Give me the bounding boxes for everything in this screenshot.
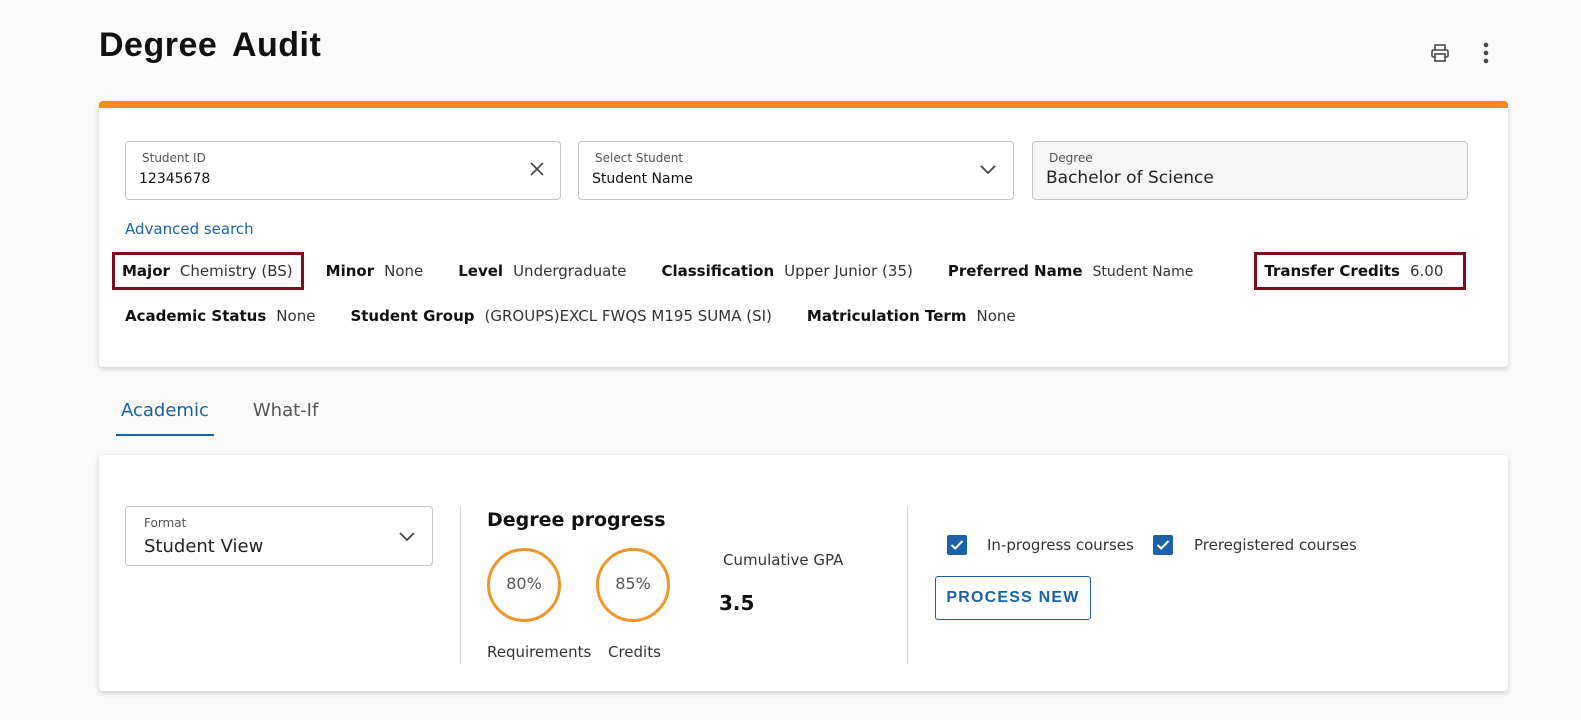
more-vertical-icon[interactable] [1475,40,1497,66]
divider [460,506,461,664]
cumulative-gpa-label: Cumulative GPA [723,551,844,569]
checkmark-icon [1156,540,1170,550]
format-dropdown[interactable]: Format Student View [125,506,433,566]
student-group-label: Student Group [350,307,475,325]
requirements-label: Requirements [487,643,592,661]
transfer-credits-label: Transfer Credits [1264,262,1400,280]
process-new-button[interactable]: PROCESS NEW [935,576,1091,620]
info-row-1: Major Chemistry (BS) Minor None Level Un… [112,252,1467,290]
student-group-item: Student Group (GROUPS)EXCL FWQS M195 SUM… [350,307,771,325]
level-label: Level [458,262,504,280]
degree-field: Degree Bachelor of Science [1032,141,1468,200]
degree-label: Degree [1049,151,1093,165]
page-title: Degree Audit [99,26,322,64]
student-id-field[interactable]: Student ID 12345678 [125,141,561,200]
printer-icon[interactable] [1429,40,1451,66]
minor-item: Minor None [326,262,424,280]
divider [907,506,908,664]
tab-what-if[interactable]: What-If [248,396,323,436]
credits-percent: 85% [615,574,651,593]
format-label: Format [144,516,187,530]
format-value: Student View [144,536,264,557]
chevron-down-icon[interactable] [398,528,416,547]
transfer-credits-value: 6.00 [1409,262,1444,280]
classification-value: Upper Junior (35) [784,262,913,280]
checkmark-icon [950,540,964,550]
classification-label: Classification [661,262,775,280]
transfer-credits-item: Transfer Credits 6.00 [1254,252,1467,290]
degree-progress-title: Degree progress [487,509,666,531]
academic-status-value: None [276,307,316,325]
preferred-name-label: Preferred Name [947,262,1083,280]
matriculation-term-item: Matriculation Term None [807,307,1016,325]
minor-label: Minor [325,262,375,280]
cumulative-gpa-value: 3.5 [719,591,755,615]
level-value: Undergraduate [513,262,627,280]
matriculation-term-value: None [976,307,1016,325]
in-progress-courses-label: In-progress courses [987,536,1134,554]
page-actions [1429,40,1497,66]
major-value: Chemistry (BS) [179,262,293,280]
tab-academic[interactable]: Academic [116,396,214,436]
requirements-percent: 80% [506,574,542,593]
advanced-search-link[interactable]: Advanced search [125,220,254,238]
chevron-down-icon[interactable] [979,161,997,180]
academic-status-item: Academic Status None [125,307,315,325]
degree-value: Bachelor of Science [1046,168,1214,188]
student-id-label: Student ID [142,151,206,165]
select-student-dropdown[interactable]: Select Student Student Name [578,141,1014,200]
minor-value: None [384,262,424,280]
classification-item: Classification Upper Junior (35) [661,262,912,280]
matriculation-term-label: Matriculation Term [806,307,967,325]
level-item: Level Undergraduate [458,262,626,280]
preferred-name-value: Student Name [1092,264,1194,280]
preregistered-courses-checkbox[interactable] [1153,535,1173,555]
preferred-name-item: Preferred Name Student Name [948,262,1194,280]
major-item: Major Chemistry (BS) [112,252,304,290]
academic-status-label: Academic Status [125,307,267,325]
student-info-card: Student ID 12345678 Select Student Stude… [99,101,1508,367]
info-row-2: Academic Status None Student Group (GROU… [125,307,1016,325]
audit-summary-card: Format Student View Degree progress 80% … [99,455,1508,691]
major-label: Major [122,262,170,280]
credits-label: Credits [608,643,661,661]
student-group-value: (GROUPS)EXCL FWQS M195 SUMA (SI) [484,307,772,325]
select-student-label: Select Student [595,151,684,165]
audit-tabs: Academic What-If [116,396,357,436]
select-student-value: Student Name [592,171,693,187]
preregistered-courses-label: Preregistered courses [1194,536,1357,554]
clear-icon[interactable] [530,161,544,180]
student-id-value[interactable]: 12345678 [139,171,210,187]
in-progress-courses-checkbox[interactable] [947,535,967,555]
